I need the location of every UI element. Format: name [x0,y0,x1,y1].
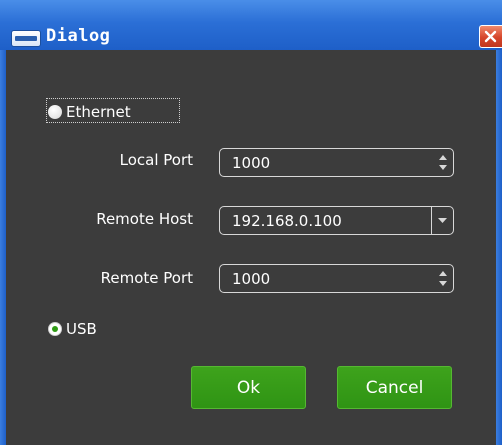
remote-host-dropdown-button[interactable] [431,207,453,234]
ethernet-radio-circle[interactable] [48,105,62,119]
ethernet-radio-label: Ethernet [66,103,131,121]
ok-button[interactable]: Ok [191,366,306,409]
remote-port-label: Remote Port [100,269,193,287]
remote-port-value: 1000 [232,270,271,288]
ethernet-radio[interactable]: Ethernet [48,103,131,121]
window-title: Dialog [46,26,111,46]
window-frame-right [496,50,502,445]
remote-host-label: Remote Host [96,210,193,228]
remote-port-spinbox[interactable]: 1000 [219,264,454,293]
spin-arrows-icon[interactable] [438,268,448,289]
chevron-down-icon [438,218,447,223]
local-port-label: Local Port [119,151,193,169]
close-button[interactable] [479,25,502,48]
dialog-body: Ethernet Local Port 1000 Remote Host 192… [6,50,496,445]
usb-radio-circle[interactable] [48,322,62,336]
remote-host-value: 192.168.0.100 [232,212,342,230]
local-port-spinbox[interactable]: 1000 [219,148,454,177]
app-window-icon [12,31,40,46]
dialog-window: Dialog Ethernet Local Port 1000 Remote H… [0,0,502,445]
usb-radio[interactable]: USB [48,320,97,338]
title-bar[interactable]: Dialog [0,0,502,50]
remote-host-combobox[interactable]: 192.168.0.100 [219,206,454,235]
usb-radio-label: USB [66,320,97,338]
cancel-button[interactable]: Cancel [337,366,452,409]
local-port-value: 1000 [232,154,271,172]
close-icon [484,30,497,43]
spin-arrows-icon[interactable] [438,152,448,173]
